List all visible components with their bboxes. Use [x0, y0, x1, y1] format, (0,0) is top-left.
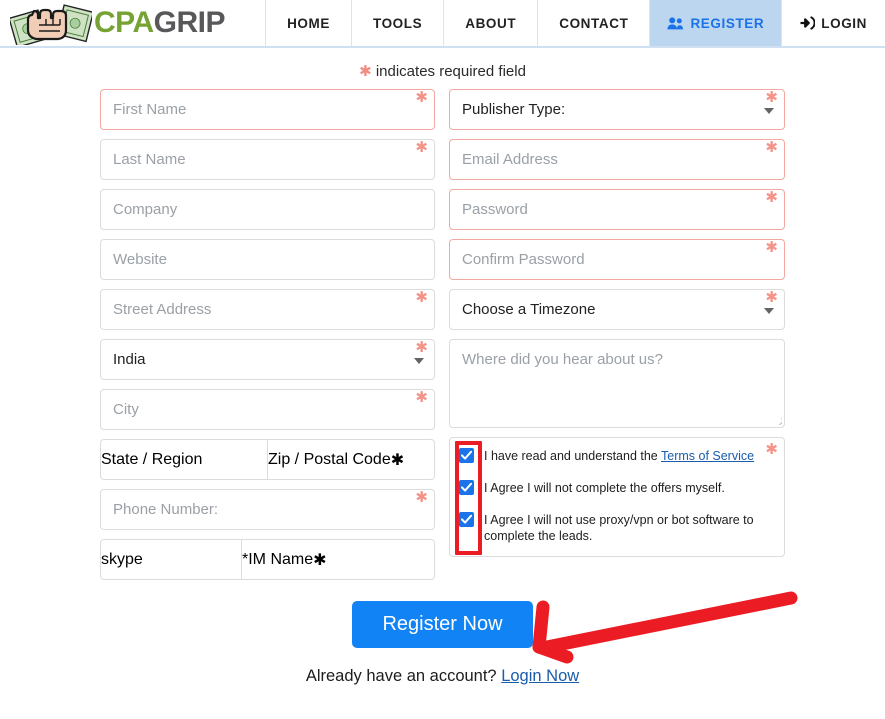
- registration-form: First Name ✱ Last Name ✱ Company Website…: [0, 80, 885, 686]
- confirm-password-placeholder: Confirm Password: [462, 251, 585, 268]
- last-name-required-asterisk: ✱: [415, 139, 428, 156]
- first-name-field[interactable]: First Name ✱: [100, 89, 435, 130]
- street-address-placeholder: Street Address: [113, 301, 212, 318]
- form-column-left: First Name ✱ Last Name ✱ Company Website…: [100, 89, 435, 589]
- terms-text-no-self-complete: I Agree I will not complete the offers m…: [484, 481, 725, 495]
- terms-row-tos: I have read and understand the Terms of …: [459, 448, 772, 464]
- im-name-required-asterisk: ✱: [313, 551, 327, 569]
- nav-label-register: REGISTER: [690, 15, 765, 31]
- email-required-asterisk: ✱: [765, 139, 778, 156]
- city-placeholder: City: [113, 401, 139, 418]
- publisher-type-value: Publisher Type:: [462, 101, 566, 118]
- phone-field[interactable]: Phone Number: ✱: [100, 489, 435, 530]
- required-field-note: ✱ indicates required field: [0, 62, 885, 80]
- website-field[interactable]: Website: [100, 239, 435, 280]
- logo-text-cpa: CPA: [94, 6, 154, 39]
- im-row: skype *IM Name ✱: [100, 539, 435, 580]
- confirm-password-required-asterisk: ✱: [765, 239, 778, 256]
- nav-item-tools[interactable]: TOOLS: [352, 0, 445, 46]
- state-zip-row: State / Region Zip / Postal Code ✱: [100, 439, 435, 480]
- state-field[interactable]: State / Region: [100, 439, 268, 480]
- resize-handle-icon[interactable]: [769, 412, 782, 425]
- users-icon: [667, 16, 684, 30]
- nav-item-register[interactable]: REGISTER: [650, 0, 783, 46]
- im-type-select[interactable]: skype: [100, 539, 242, 580]
- timezone-required-asterisk: ✱: [765, 289, 778, 306]
- nav-label-contact: CONTACT: [559, 15, 629, 31]
- country-required-asterisk: ✱: [415, 339, 428, 356]
- publisher-type-required-asterisk: ✱: [765, 89, 778, 106]
- register-now-button[interactable]: Register Now: [352, 601, 533, 648]
- submit-row: Register Now: [0, 591, 885, 664]
- nav-item-home[interactable]: HOME: [266, 0, 352, 46]
- country-select[interactable]: India ✱: [100, 339, 435, 380]
- terms-agreement-box: ✱ I have read and understand the Terms o…: [449, 437, 785, 557]
- chevron-down-icon: [764, 307, 774, 314]
- site-header: CPAGRIP HOME TOOLS ABOUT CONTACT REGISTE…: [0, 0, 885, 48]
- terms-of-service-link[interactable]: Terms of Service: [661, 449, 754, 463]
- street-address-field[interactable]: Street Address ✱: [100, 289, 435, 330]
- timezone-select[interactable]: Choose a Timezone ✱: [449, 289, 785, 330]
- email-field[interactable]: Email Address ✱: [449, 139, 785, 180]
- nav-item-login[interactable]: LOGIN: [782, 0, 885, 46]
- money-fist-logo-icon: [10, 4, 92, 45]
- chevron-down-icon: [414, 357, 424, 364]
- logo[interactable]: CPAGRIP: [0, 0, 267, 46]
- email-placeholder: Email Address: [462, 151, 558, 168]
- street-address-required-asterisk: ✱: [415, 289, 428, 306]
- last-name-field[interactable]: Last Name ✱: [100, 139, 435, 180]
- main-nav: HOME TOOLS ABOUT CONTACT REGISTER LOGIN: [266, 0, 885, 46]
- already-have-account-text: Already have an account?: [305, 667, 502, 685]
- last-name-placeholder: Last Name: [113, 151, 186, 168]
- logo-text-grip: GRIP: [153, 6, 226, 39]
- im-name-field[interactable]: *IM Name ✱: [242, 539, 435, 580]
- im-name-placeholder: *IM Name: [242, 550, 314, 568]
- terms-text-tos: I have read and understand the: [484, 449, 661, 463]
- zip-placeholder: Zip / Postal Code: [268, 450, 391, 468]
- timezone-value: Choose a Timezone: [462, 301, 596, 318]
- first-name-placeholder: First Name: [113, 101, 187, 118]
- company-placeholder: Company: [113, 201, 178, 218]
- im-type-value: skype: [101, 550, 143, 568]
- checkbox-no-proxy[interactable]: [459, 512, 474, 527]
- hear-about-us-textarea[interactable]: Where did you hear about us?: [449, 339, 785, 428]
- password-required-asterisk: ✱: [765, 189, 778, 206]
- city-field[interactable]: City ✱: [100, 389, 435, 430]
- required-note-text: indicates required field: [375, 63, 526, 80]
- first-name-required-asterisk: ✱: [415, 89, 428, 106]
- terms-row-no-proxy: I Agree I will not use proxy/vpn or bot …: [459, 512, 772, 544]
- nav-label-login: LOGIN: [821, 15, 867, 31]
- phone-placeholder: Phone Number:: [113, 501, 219, 518]
- company-field[interactable]: Company: [100, 189, 435, 230]
- zip-required-asterisk: ✱: [390, 451, 405, 469]
- hear-about-us-placeholder: Where did you hear about us?: [462, 351, 663, 368]
- country-value: India: [113, 351, 146, 368]
- state-placeholder: State / Region: [101, 450, 203, 468]
- nav-label-tools: TOOLS: [372, 15, 423, 31]
- checkbox-terms-of-service[interactable]: [459, 448, 474, 463]
- password-placeholder: Password: [462, 201, 528, 218]
- nav-item-contact[interactable]: CONTACT: [538, 0, 651, 46]
- nav-item-about[interactable]: ABOUT: [444, 0, 539, 46]
- confirm-password-field[interactable]: Confirm Password ✱: [449, 239, 785, 280]
- sign-in-icon: [800, 16, 816, 30]
- publisher-type-select[interactable]: Publisher Type: ✱: [449, 89, 785, 130]
- password-field[interactable]: Password ✱: [449, 189, 785, 230]
- terms-text-no-proxy: I Agree I will not use proxy/vpn or bot …: [484, 513, 754, 543]
- login-now-link[interactable]: Login Now: [501, 667, 579, 685]
- zip-field[interactable]: Zip / Postal Code ✱: [268, 439, 435, 480]
- chevron-down-icon: [764, 107, 774, 114]
- required-note-asterisk: ✱: [359, 63, 372, 80]
- annotation-arrow: [532, 591, 798, 664]
- form-column-right: Publisher Type: ✱ Email Address ✱ Passwo…: [449, 89, 785, 589]
- phone-required-asterisk: ✱: [415, 489, 428, 506]
- logo-text: CPAGRIP: [94, 6, 225, 40]
- nav-label-about: ABOUT: [465, 15, 517, 31]
- city-required-asterisk: ✱: [415, 389, 428, 406]
- checkbox-no-self-complete[interactable]: [459, 480, 474, 495]
- website-placeholder: Website: [113, 251, 167, 268]
- already-have-account-note: Already have an account? Login Now: [0, 667, 885, 686]
- terms-row-no-self-complete: I Agree I will not complete the offers m…: [459, 480, 772, 496]
- nav-label-home: HOME: [287, 15, 330, 31]
